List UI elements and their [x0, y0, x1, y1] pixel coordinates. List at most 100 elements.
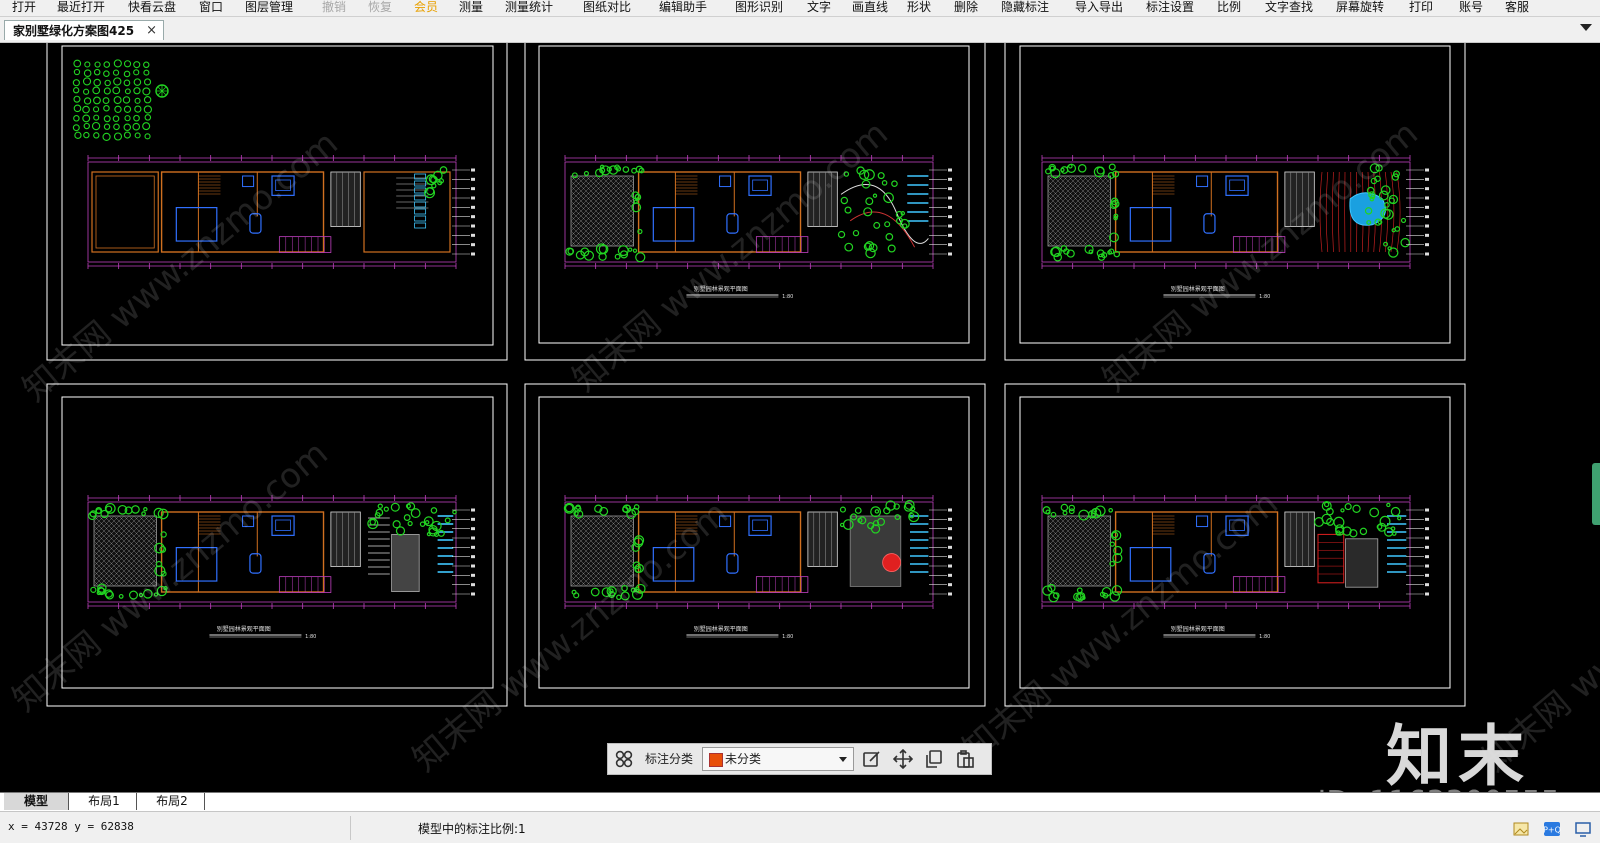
contour-line — [1332, 172, 1333, 252]
menu-item[interactable]: 测量统计 — [505, 0, 553, 16]
menu-item[interactable]: 快看云盘 — [128, 0, 176, 16]
shrub-symbol — [1043, 586, 1052, 595]
menu-item[interactable]: 形状 — [907, 0, 931, 16]
tab-model[interactable]: 模型 — [4, 793, 69, 810]
paste-icon[interactable] — [955, 749, 975, 769]
shrub-symbol — [139, 593, 142, 596]
stepping-stone — [415, 202, 426, 207]
shrub-symbol — [1345, 504, 1351, 510]
plant-legend-symbol — [94, 97, 101, 104]
plant-legend-symbol — [144, 106, 151, 113]
label-tag — [471, 537, 475, 540]
annotation-category-label: 标注分类 — [645, 744, 693, 774]
snap-icon[interactable]: P+Q — [1543, 820, 1561, 838]
plant-legend-symbol — [94, 107, 99, 112]
chair-symbol — [720, 516, 731, 527]
monitor-icon[interactable] — [1574, 820, 1592, 838]
label-tag — [471, 234, 475, 237]
menu-item[interactable]: 屏幕旋转 — [1336, 0, 1384, 16]
shrub-symbol — [1388, 247, 1391, 250]
grid-icon[interactable] — [614, 749, 634, 769]
label-tag — [948, 518, 952, 521]
plant-legend-symbol — [84, 89, 89, 94]
plant-legend-symbol — [104, 116, 110, 122]
menu-item[interactable]: 删除 — [954, 0, 978, 16]
menu-item[interactable]: 图形识别 — [735, 0, 783, 16]
shrub-symbol — [130, 591, 138, 599]
tab-layout-2[interactable]: 布局2 — [140, 793, 205, 810]
edit-icon[interactable] — [862, 749, 882, 769]
brand-id-text: ID: 1163300555 — [1318, 785, 1560, 792]
menu-item[interactable]: 恢复 — [368, 0, 392, 16]
plant-legend-symbol — [124, 124, 130, 130]
menu-item[interactable]: 画直线 — [852, 0, 888, 16]
menu-item[interactable]: 导入导出 — [1075, 0, 1123, 16]
plant-legend-symbol — [74, 105, 81, 112]
shrub-symbol — [885, 222, 890, 227]
move-icon[interactable] — [893, 749, 913, 769]
label-tag — [948, 546, 952, 549]
label-tag — [1425, 593, 1429, 596]
stepping-stone — [415, 209, 426, 214]
shrub-symbol — [142, 512, 146, 516]
menu-item[interactable]: 撤销 — [322, 0, 346, 16]
close-icon[interactable]: × — [146, 21, 157, 41]
plant-legend-symbol — [115, 106, 121, 112]
menu-item[interactable]: 图层管理 — [245, 0, 293, 16]
bed-symbol — [176, 208, 216, 241]
label-tag — [1425, 215, 1429, 218]
menu-item[interactable]: 标注设置 — [1146, 0, 1194, 16]
brand-logo-text: 知末 — [1386, 703, 1530, 792]
annotation-toolbar: 标注分类 未分类 — [607, 743, 992, 775]
tab-list-dropdown-icon[interactable] — [1580, 24, 1592, 31]
menu-item[interactable]: 编辑助手 — [659, 0, 707, 16]
annotation-category-select[interactable]: 未分类 — [702, 747, 854, 771]
menu-item[interactable]: 文字查找 — [1265, 0, 1313, 16]
menu-item[interactable]: 窗口 — [199, 0, 223, 16]
shrub-symbol — [1089, 250, 1093, 254]
front-yard-inner — [96, 176, 154, 248]
label-tag — [948, 555, 952, 558]
shrub-symbol — [901, 212, 904, 215]
image-icon[interactable] — [1512, 820, 1530, 838]
side-panel-handle[interactable] — [1592, 463, 1600, 525]
menu-item[interactable]: 比例 — [1217, 0, 1241, 16]
label-tag — [471, 555, 475, 558]
menu-item[interactable]: 客服 — [1505, 0, 1529, 16]
label-tag — [471, 197, 475, 200]
menu-item[interactable]: 打印 — [1409, 0, 1433, 16]
drawing-canvas[interactable]: 别墅园林景观平面图1:80别墅园林景观平面图1:80别墅园林景观平面图1:80别… — [0, 43, 1600, 792]
document-tab[interactable]: 家别墅绿化方案图425 × — [4, 20, 164, 40]
label-tag — [948, 565, 952, 568]
front-yard-outline — [92, 172, 158, 252]
menu-item[interactable]: 打开 — [12, 0, 36, 16]
shrub-symbol — [119, 595, 123, 599]
label-tag — [948, 234, 952, 237]
plant-legend-symbol — [133, 123, 140, 130]
menu-item[interactable]: 账号 — [1459, 0, 1483, 16]
plant-legend-symbol — [125, 89, 130, 94]
shrub-symbol — [888, 245, 895, 252]
menu-item[interactable]: 测量 — [459, 0, 483, 16]
menu-item[interactable]: 图纸对比 — [583, 0, 631, 16]
label-tag — [948, 206, 952, 209]
sheet-scale: 1:80 — [1259, 294, 1270, 300]
shrub-symbol — [892, 181, 897, 186]
status-divider — [350, 816, 351, 840]
shrub-symbol — [1109, 164, 1115, 170]
shrub-symbol — [566, 504, 573, 511]
label-tag — [948, 187, 952, 190]
label-tag — [1425, 234, 1429, 237]
menu-item[interactable]: 会员 — [414, 0, 438, 16]
copy-icon[interactable] — [924, 749, 944, 769]
menu-item[interactable]: 隐藏标注 — [1001, 0, 1049, 16]
menu-item[interactable]: 最近打开 — [57, 0, 105, 16]
plant-legend-symbol — [125, 116, 130, 121]
sheet-scale: 1:80 — [305, 634, 316, 640]
table-symbol — [1230, 520, 1245, 531]
menu-item[interactable]: 文字 — [807, 0, 831, 16]
plant-legend-symbol — [134, 62, 140, 68]
plant-legend-symbol — [123, 97, 129, 103]
tab-layout-1[interactable]: 布局1 — [72, 793, 137, 810]
contour-line — [1338, 172, 1339, 252]
